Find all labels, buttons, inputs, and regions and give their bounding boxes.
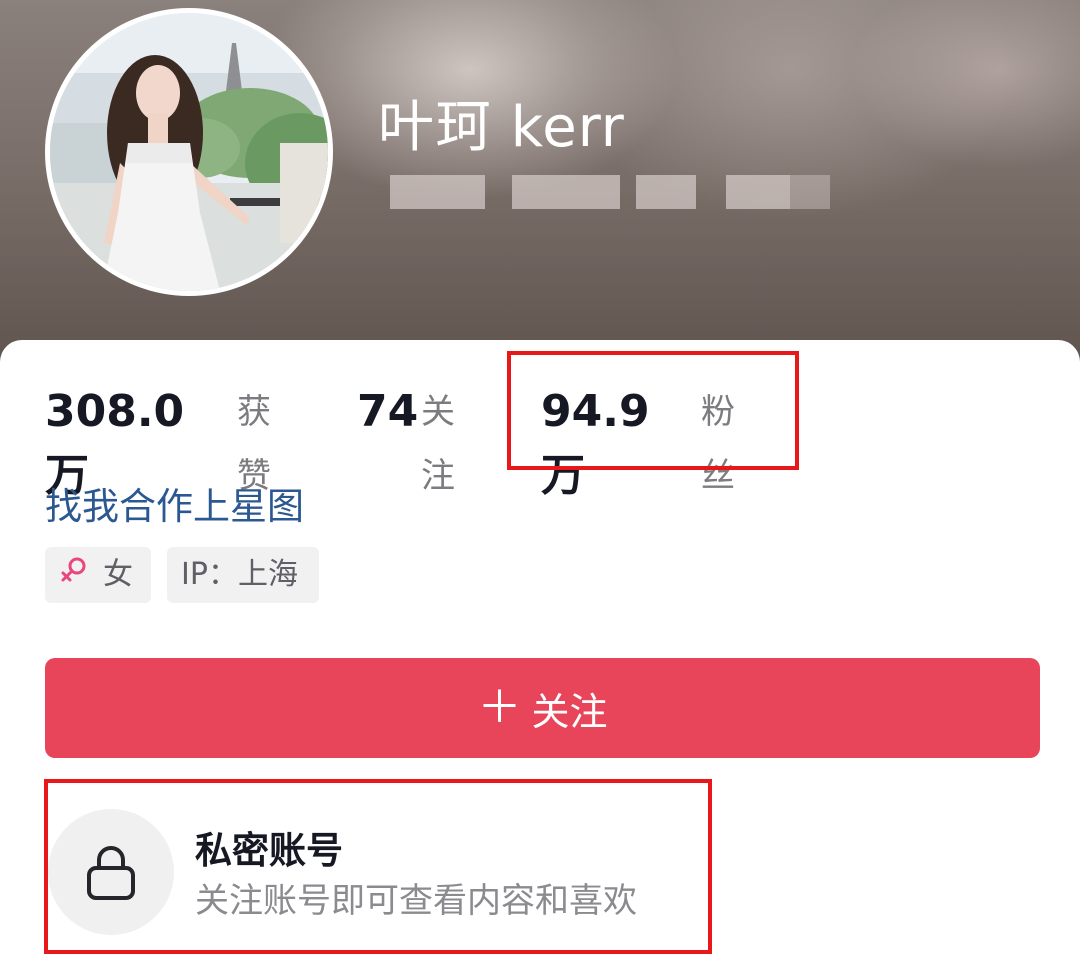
following-count[interactable]: 74 — [357, 380, 418, 444]
gender-label: 女 — [103, 557, 133, 592]
female-symbol-icon — [59, 548, 89, 604]
follow-button[interactable]: ＋ 关注 — [45, 658, 1040, 758]
followers-highlight-box — [507, 351, 799, 470]
avatar[interactable] — [45, 8, 333, 296]
likes-label: 获赞 — [237, 392, 271, 496]
likes-count: 308.0万 — [45, 386, 185, 501]
following-label[interactable]: 关注 — [421, 380, 455, 496]
profile-name: 叶珂 kerr — [378, 95, 625, 160]
redacted-account-id — [390, 175, 860, 209]
gender-tag: 女 — [45, 547, 151, 603]
ip-location-tag: IP：上海 — [167, 547, 319, 603]
private-account-highlight-box — [44, 779, 712, 954]
collab-link[interactable]: 找我合作上星图 — [45, 482, 304, 532]
plus-icon: ＋ — [477, 682, 522, 733]
avatar-photo — [50, 13, 328, 291]
follow-button-label: 关注 — [531, 689, 608, 734]
